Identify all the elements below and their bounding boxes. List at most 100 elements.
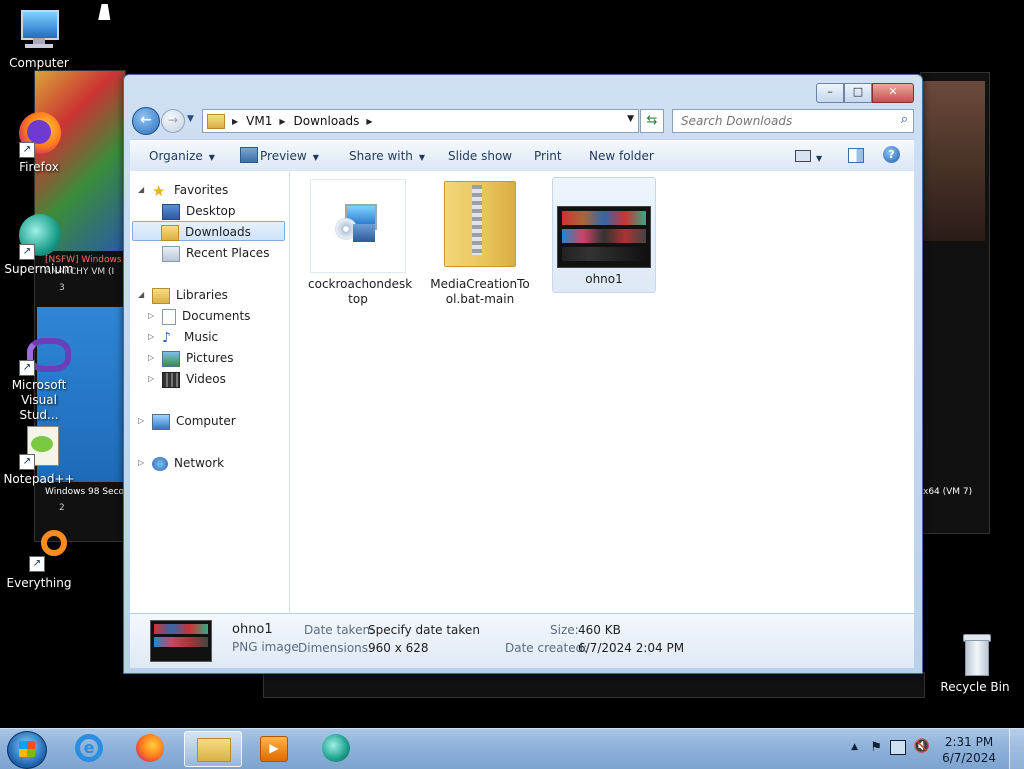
- organize-button[interactable]: Organize ▼: [149, 149, 215, 163]
- music-icon: ♪: [162, 329, 171, 346]
- volume-muted-icon[interactable]: 🔇: [914, 739, 930, 754]
- start-button[interactable]: [7, 731, 47, 769]
- chevron-right-icon[interactable]: ▶: [279, 117, 285, 126]
- image-thumbnail: [557, 206, 651, 268]
- everything-icon: ↗: [15, 528, 67, 574]
- more-options-dropdown[interactable]: ▼: [816, 150, 822, 164]
- details-date-taken-value[interactable]: Specify date taken: [368, 623, 480, 637]
- expand-triangle-icon[interactable]: ▷: [138, 453, 144, 473]
- file-item[interactable]: MediaCreationTo ol.bat-main: [430, 179, 530, 307]
- firefox-icon: ↗: [15, 112, 63, 158]
- expand-triangle-icon[interactable]: ◢: [138, 285, 144, 305]
- chevron-right-icon[interactable]: ▶: [366, 117, 372, 126]
- pictures-icon: [162, 350, 180, 367]
- expand-triangle-icon[interactable]: ◢: [138, 180, 144, 200]
- clock[interactable]: 2:31 PM 6/7/2024: [942, 734, 996, 766]
- desktop-icon-computer[interactable]: Computer: [0, 8, 78, 71]
- nav-item-label: Computer: [176, 414, 236, 428]
- address-dropdown-icon[interactable]: ▼: [627, 114, 634, 124]
- network-tray-icon[interactable]: [890, 740, 906, 755]
- taskbar-firefox[interactable]: [122, 731, 178, 765]
- details-date-created-value: 6/7/2024 2:04 PM: [578, 641, 685, 655]
- desktop-icon-notepadpp[interactable]: ↗ Notepad++: [0, 424, 78, 487]
- desktop-icon-label: Firefox: [19, 160, 59, 174]
- background-thumb-person: [923, 81, 985, 241]
- desktop-icon-firefox[interactable]: ↗ Firefox: [0, 112, 78, 175]
- nav-item-downloads[interactable]: Downloads: [132, 221, 285, 241]
- taskbar-supermium[interactable]: [308, 731, 364, 765]
- libraries-icon: [152, 287, 170, 304]
- expand-triangle-icon[interactable]: ▷: [148, 369, 154, 389]
- file-name-line2: top: [348, 292, 368, 306]
- desktop-icon-recycle-bin[interactable]: Recycle Bin: [936, 632, 1014, 695]
- show-desktop-button[interactable]: [1009, 729, 1024, 769]
- nav-item-documents[interactable]: ▷ Documents: [148, 306, 251, 326]
- breadcrumb-vm1[interactable]: VM1: [246, 114, 272, 128]
- visual-studio-icon: ↗: [15, 330, 71, 376]
- refresh-button[interactable]: ⇆: [640, 109, 664, 133]
- share-with-button[interactable]: Share with ▼: [349, 149, 425, 163]
- taskbar-internet-explorer[interactable]: e: [62, 731, 118, 765]
- file-name-line2: ol.bat-main: [445, 292, 515, 306]
- action-center-flag-icon[interactable]: ⚑: [870, 740, 882, 755]
- expand-triangle-icon[interactable]: ▷: [148, 306, 154, 326]
- chevron-right-icon[interactable]: ▶: [232, 117, 238, 126]
- mouse-cursor-icon: [98, 4, 114, 20]
- nav-item-favorites[interactable]: ◢ ★ Favorites: [138, 180, 228, 200]
- minimize-button[interactable]: –: [816, 83, 844, 103]
- background-thumb-2-count: 2: [59, 503, 65, 513]
- preview-pane-icon[interactable]: [848, 148, 864, 163]
- firefox-icon: [136, 734, 164, 762]
- details-pane: ohno1 PNG image Date taken: Specify date…: [130, 613, 914, 668]
- print-button[interactable]: Print: [534, 149, 562, 163]
- expand-triangle-icon[interactable]: ▷: [148, 327, 154, 347]
- nav-item-computer[interactable]: ▷ Computer: [138, 411, 236, 431]
- preview-icon: [240, 147, 258, 163]
- nav-item-music[interactable]: ▷ ♪ Music: [148, 327, 218, 347]
- background-window-right: x64 (VM 7): [920, 72, 990, 534]
- change-view-icon[interactable]: [795, 150, 811, 162]
- nav-item-pictures[interactable]: ▷ Pictures: [148, 348, 234, 368]
- nav-item-network[interactable]: ▷ Network: [138, 453, 225, 473]
- search-box[interactable]: ⌕: [672, 109, 914, 133]
- details-size-value: 460 KB: [578, 623, 621, 637]
- new-folder-button[interactable]: New folder: [589, 149, 654, 163]
- nav-item-desktop[interactable]: Desktop: [162, 201, 236, 221]
- search-icon[interactable]: ⌕: [901, 112, 908, 127]
- nav-item-label: Documents: [182, 309, 251, 323]
- taskbar-media-player[interactable]: ▶: [246, 731, 302, 765]
- expand-triangle-icon[interactable]: ▷: [138, 411, 144, 431]
- star-icon: ★: [152, 181, 166, 200]
- address-bar[interactable]: ▶ VM1 ▶ Downloads ▶ ▼: [202, 109, 639, 133]
- help-icon[interactable]: ?: [883, 146, 900, 163]
- close-button[interactable]: ✕: [872, 83, 914, 103]
- desktop-icon-supermium[interactable]: ↗ Supermium: [0, 214, 78, 277]
- forward-button[interactable]: →: [161, 109, 185, 133]
- nav-item-recent-places[interactable]: Recent Places: [162, 243, 269, 263]
- maximize-button[interactable]: □: [844, 83, 872, 103]
- slide-show-button[interactable]: Slide show: [448, 149, 512, 163]
- nav-item-videos[interactable]: ▷ Videos: [148, 369, 226, 389]
- media-player-icon: ▶: [260, 736, 288, 762]
- share-with-label: Share with: [349, 149, 413, 163]
- expand-triangle-icon[interactable]: ▷: [148, 348, 154, 368]
- background-thumb-1-count: 3: [59, 283, 65, 293]
- recent-pages-dropdown[interactable]: ▼: [187, 114, 194, 124]
- back-button[interactable]: ←: [132, 107, 160, 135]
- breadcrumb-downloads[interactable]: Downloads: [294, 114, 360, 128]
- recent-places-icon: [162, 245, 180, 262]
- file-name-line1: cockroachondesk: [308, 277, 413, 291]
- desktop-icon-label: Microsoft Visual Stud...: [11, 378, 67, 422]
- file-item[interactable]: cockroachondesk top: [308, 179, 413, 307]
- clock-date: 6/7/2024: [942, 751, 996, 765]
- file-item-selected[interactable]: ohno1: [552, 177, 656, 293]
- preview-button[interactable]: Preview ▼: [260, 149, 319, 163]
- nav-item-libraries[interactable]: ◢ Libraries: [138, 285, 228, 305]
- desktop-icon-everything[interactable]: ↗ Everything: [0, 528, 78, 591]
- taskbar-windows-explorer[interactable]: [184, 731, 242, 767]
- desktop-icon-visual-studio[interactable]: ↗ Microsoft Visual Stud...: [0, 330, 78, 423]
- details-file-type: PNG image: [232, 640, 299, 654]
- nav-item-label: Network: [174, 456, 225, 470]
- show-hidden-icons-icon[interactable]: ▲: [851, 742, 858, 752]
- search-input[interactable]: [679, 110, 888, 132]
